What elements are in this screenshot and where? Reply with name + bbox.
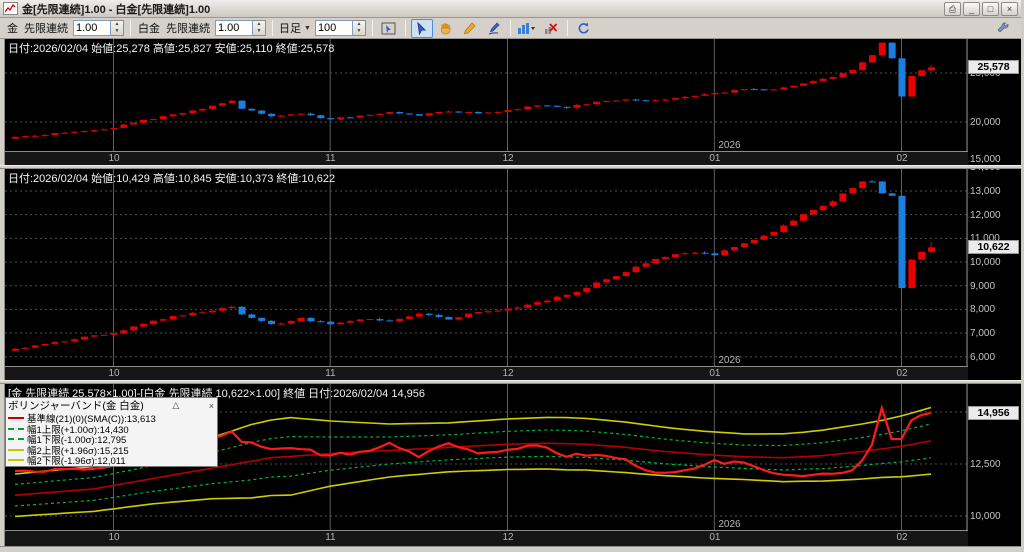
y-tick-label: 13,000 — [970, 186, 1001, 197]
y-tick-label: 10,000 — [970, 257, 1001, 269]
sigma2-upper-swatch — [8, 448, 24, 451]
toolbar-separator — [272, 20, 273, 36]
maximize-button[interactable]: □ — [982, 1, 999, 16]
delete-indicator-button[interactable] — [540, 19, 562, 38]
legend-item: 幅2下限(-1.96σ):12,011 — [6, 455, 217, 467]
spread-last-price-badge: 14,956 — [968, 405, 1019, 420]
x-tick-label: 01 — [709, 153, 721, 164]
instrument2-series: 先限連続 — [166, 23, 210, 35]
x-tick-label: 02 — [896, 532, 908, 543]
platinum-chart-canvas[interactable]: 2026 10 11 12 01 02 日付:2026/02/04 始値:10,429 … — [5, 169, 968, 380]
platinum-y-axis: 14,00013,00012,00011,00010,0009,0008,000… — [968, 169, 1021, 380]
x-tick-label: 11 — [325, 368, 336, 379]
y-tick-label: 12,500 — [970, 458, 1001, 470]
toolbar-separator — [404, 20, 406, 36]
pencil-button[interactable] — [459, 19, 481, 38]
y-tick-label: 9,000 — [970, 280, 996, 292]
instrument1-symbol: 金 — [7, 23, 18, 35]
y-tick-label: 8,000 — [970, 304, 996, 316]
settings-wrench-button[interactable] — [992, 19, 1014, 38]
toolbar-separator — [371, 20, 373, 36]
platinum-chart-panel: 2026 10 11 12 01 02 日付:2026/02/04 始値:10,429 … — [0, 169, 1021, 380]
instrument1-multiplier-stepper[interactable]: ▲▼ — [73, 20, 124, 36]
chart-window: 金[先限連続]1.00 - 白金[先限連続]1.00 ⎙ _ □ × 金 先限連… — [0, 0, 1024, 552]
x-tick-label: 01 — [709, 532, 721, 543]
timeframe-dropdown[interactable]: 日足 ▼ — [279, 20, 311, 36]
select-pointer-button[interactable] — [410, 18, 433, 38]
x-tick-label: 12 — [502, 368, 514, 379]
chevron-down-icon: ▼ — [304, 24, 311, 32]
indicator-chart-button[interactable] — [516, 19, 538, 38]
close-button[interactable]: × — [1001, 1, 1018, 16]
instrument2-multiplier-stepper[interactable]: ▲▼ — [215, 20, 266, 36]
title-bar: 金[先限連続]1.00 - 白金[先限連続]1.00 ⎙ _ □ × — [0, 0, 1021, 18]
spread-chart-panel: 2026 10 11 12 01 02 [金 先限連続 25,578×1.00]-[白金… — [0, 384, 1021, 546]
gold-y-axis: 25,00020,00015,00025,578 — [968, 39, 1021, 165]
bollinger-legend: ボリンジャーバンド(金 白金) △ × 基準線(21)(0)(SMA(C)):1… — [5, 397, 218, 467]
spinner-arrows-icon[interactable]: ▲ ▼ — [111, 20, 124, 36]
x-tick-label: 10 — [108, 153, 120, 164]
window-title: 金[先限連続]1.00 - 白金[先限連続]1.00 — [22, 3, 211, 16]
toolbar-separator — [509, 20, 511, 36]
y-tick-label: 14,000 — [970, 169, 1001, 173]
minimize-button[interactable]: _ — [963, 1, 980, 16]
sigma1-lower-swatch — [8, 438, 24, 441]
spread-x-axis: 10 11 12 01 02 — [5, 530, 968, 546]
legend-collapse-icon[interactable]: △ — [171, 400, 180, 411]
refresh-button[interactable] — [573, 19, 595, 38]
print-button[interactable]: ⎙ — [944, 1, 961, 16]
basis-line-swatch — [8, 417, 24, 420]
pan-hand-button[interactable] — [435, 19, 457, 38]
platinum-last-price-badge: 10,622 — [968, 240, 1019, 255]
y-tick-label: 12,000 — [970, 209, 1001, 221]
x-tick-label: 01 — [709, 368, 721, 379]
y-tick-label: 20,000 — [970, 117, 1001, 128]
y-tick-label: 10,000 — [970, 510, 1001, 522]
svg-text:2026: 2026 — [718, 519, 741, 530]
x-tick-label: 02 — [896, 368, 908, 379]
sigma2-lower-swatch — [8, 459, 24, 462]
x-tick-label: 11 — [325, 153, 336, 164]
gold-chart-panel: 2026 10 11 12 01 02 日付:2026/02/04 始値:25,278 … — [0, 39, 1021, 165]
gold-chart-canvas[interactable]: 2026 10 11 12 01 02 日付:2026/02/04 始値:25,278 … — [5, 39, 968, 165]
svg-text:2026: 2026 — [718, 140, 741, 151]
instrument1-multiplier-input[interactable] — [73, 20, 111, 36]
y-tick-label: 7,000 — [970, 328, 996, 340]
svg-text:2026: 2026 — [718, 355, 741, 366]
instrument1-series: 先限連続 — [24, 23, 68, 35]
chart-cursor-button[interactable] — [378, 19, 400, 38]
legend-close-icon[interactable]: × — [208, 401, 215, 411]
bar-count-input[interactable] — [314, 20, 353, 36]
spinner-arrows-icon[interactable]: ▲ ▼ — [352, 20, 366, 36]
bar-count-stepper[interactable]: ▲▼ — [314, 20, 366, 36]
spinner-arrows-icon[interactable]: ▲ ▼ — [253, 20, 266, 36]
x-tick-label: 12 — [502, 532, 514, 543]
window-bottom-frame — [0, 546, 1021, 552]
instrument2-multiplier-input[interactable] — [215, 20, 253, 36]
y-tick-label: 6,000 — [970, 351, 996, 363]
gold-last-price-badge: 25,578 — [968, 60, 1019, 75]
sigma1-upper-swatch — [8, 427, 24, 430]
x-tick-label: 11 — [325, 532, 336, 543]
x-tick-label: 02 — [896, 153, 908, 164]
x-tick-label: 10 — [108, 368, 120, 379]
gold-x-axis: 10 11 12 01 02 — [5, 151, 968, 165]
toolbar: 金 先限連続 ▲▼ 白金 先限連続 ▲▼ 日足▼ ▲▼ — [0, 18, 1021, 39]
toolbar-separator — [130, 20, 131, 36]
spread-chart-canvas[interactable]: 2026 10 11 12 01 02 [金 先限連続 25,578×1.00]-[白金… — [5, 384, 968, 546]
y-tick-label: 15,000 — [970, 154, 1001, 165]
platinum-ohlc-info: 日付:2026/02/04 始値:10,429 高値:10,845 安値:10,… — [8, 173, 336, 185]
fountain-pen-button[interactable] — [483, 19, 505, 38]
toolbar-separator — [566, 20, 568, 36]
gold-ohlc-info: 日付:2026/02/04 始値:25,278 高値:25,827 安値:25,… — [8, 43, 335, 55]
app-chart-icon — [3, 2, 18, 15]
x-tick-label: 12 — [502, 153, 514, 164]
platinum-x-axis: 10 11 12 01 02 — [5, 366, 968, 380]
spread-y-axis: 15,00012,50010,00014,956 — [968, 384, 1021, 546]
x-tick-label: 10 — [108, 532, 120, 543]
instrument2-symbol: 白金 — [138, 23, 160, 35]
